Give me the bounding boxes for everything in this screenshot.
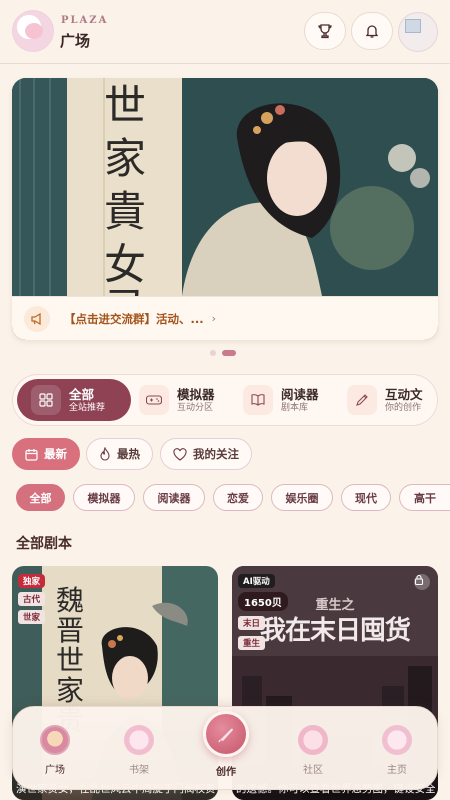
nav-label: 创作 [216,767,236,778]
promo-banner[interactable]: 世 家 貴 女 录 【点击进交流群】活动、... › [12,78,438,340]
genre-tag: 世家 [18,610,46,624]
bookshelf-mascot-icon [124,725,154,755]
category-subtitle: 你的创作 [385,402,422,413]
category-simulator[interactable]: 模拟器 互动分区 [139,379,215,421]
lock-icon[interactable] [414,574,430,590]
nav-item-profile[interactable]: 主页 [367,725,427,776]
leaderboard-button[interactable] [304,12,346,50]
banner-illustration: 世 家 貴 女 录 [12,78,438,296]
grid-icon [31,385,61,415]
carousel-dot-active[interactable] [222,350,236,356]
filter-chip[interactable]: 模拟器 [73,484,135,511]
user-avatar[interactable] [398,12,438,52]
category-subtitle: 全站推荐 [69,402,106,413]
plaza-mascot-icon [40,725,70,755]
sort-tab-hot[interactable]: 最热 [86,438,153,470]
notice-text: 【点击进交流群】活动、... [64,311,204,326]
pen-icon [347,385,377,415]
banner-calligraphy-3: 貴 [104,187,146,236]
shell-price: 1650贝 [238,592,288,611]
filter-chip[interactable]: 现代 [341,484,391,511]
filter-chip-all[interactable]: 全部 [16,484,65,511]
carousel-dots [210,350,236,356]
app-logo[interactable] [12,10,54,52]
community-notice[interactable]: 【点击进交流群】活动、... › [12,296,438,340]
nav-label: 广场 [45,765,65,776]
book-icon [243,385,273,415]
banner-calligraphy-5: 录 [104,284,146,296]
filter-chip[interactable]: 阅读器 [143,484,205,511]
chevron-right-icon: › [211,312,217,325]
banner-calligraphy-4: 女 [104,240,146,289]
genre-tag: 古代 [18,592,46,606]
brand-subtitle: PLAZA [61,15,109,26]
megaphone-icon [24,305,50,332]
banner-calligraphy-1: 世 [104,81,146,130]
bell-icon [365,25,379,38]
header: PLAZA 广场 [0,0,450,64]
genre-tag: 末日 [238,616,266,630]
community-mascot-icon [298,725,328,755]
gamepad-icon [139,385,169,415]
heart-icon [173,447,187,461]
filter-chip[interactable]: 高干 [399,484,450,511]
trophy-icon [318,24,332,39]
nav-label: 社区 [303,765,323,776]
section-title: 全部剧本 [16,536,72,552]
category-bar: 全部 全站推荐 模拟器 互动分区 阅读器 剧本库 互动文 你的创作 [12,374,438,426]
notifications-button[interactable] [351,12,393,50]
profile-mascot-icon [382,725,412,755]
nav-label: 书架 [129,765,149,776]
flame-icon [100,447,110,461]
sort-tab-following[interactable]: 我的关注 [160,438,252,470]
category-title: 阅读器 [281,386,319,402]
filter-chip[interactable]: 娱乐圈 [271,484,333,511]
exclusive-badge: 独家 [18,574,46,588]
sort-tab-latest[interactable]: 最新 [12,438,80,470]
nav-item-community[interactable]: 社区 [283,725,343,776]
page-title: 广场 [60,32,91,50]
bottom-nav: 广场 书架 创作 社区 主页 [12,706,438,790]
sort-tab-label: 最新 [44,447,67,461]
ai-badge: AI驱动 [238,574,275,588]
banner-calligraphy-2: 家 [104,134,146,183]
carousel-dot[interactable] [210,350,216,356]
sort-tab-label: 我的关注 [193,447,239,461]
category-reader[interactable]: 阅读器 剧本库 [243,379,319,421]
category-title: 互动文 [385,386,423,402]
calendar-icon [25,448,38,461]
category-all[interactable]: 全部 全站推荐 [17,379,131,421]
category-interactive[interactable]: 互动文 你的创作 [347,379,423,421]
quill-icon [218,728,233,743]
nav-item-bookshelf[interactable]: 书架 [109,725,169,776]
create-button[interactable] [203,711,249,757]
category-subtitle: 互动分区 [177,402,214,413]
filter-chip[interactable]: 恋爱 [213,484,263,511]
category-title: 模拟器 [177,386,215,402]
nav-label: 主页 [387,765,407,776]
sort-tab-label: 最热 [117,447,140,461]
nav-item-plaza[interactable]: 广场 [25,725,85,776]
category-title: 全部 [69,386,95,402]
genre-tag: 重生 [238,636,266,650]
category-subtitle: 剧本库 [281,402,309,413]
